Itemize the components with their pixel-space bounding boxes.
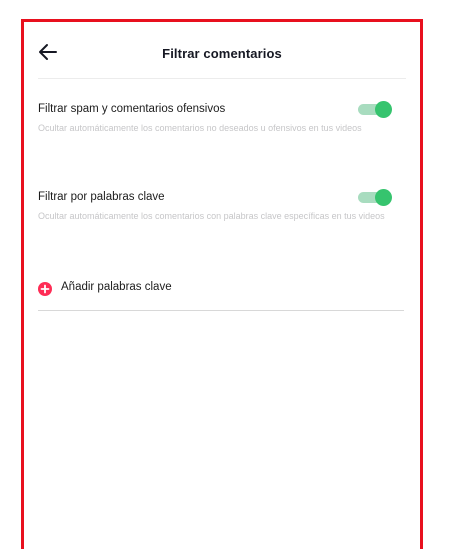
setting-description: Ocultar automáticamente los comentarios … bbox=[38, 211, 385, 221]
header-divider bbox=[38, 78, 406, 79]
setting-description: Ocultar automáticamente los comentarios … bbox=[38, 123, 362, 133]
toggle-knob bbox=[375, 101, 392, 118]
setting-label: Filtrar por palabras clave bbox=[38, 191, 165, 203]
setting-label: Filtrar spam y comentarios ofensivos bbox=[38, 103, 226, 115]
filter-keywords-toggle[interactable] bbox=[358, 189, 392, 206]
toggle-knob bbox=[375, 189, 392, 206]
setting-filter-keywords: Filtrar por palabras clave Ocultar autom… bbox=[38, 189, 406, 222]
plus-circle-icon bbox=[38, 282, 52, 296]
page-title: Filtrar comentarios bbox=[162, 46, 282, 61]
filter-spam-toggle[interactable] bbox=[358, 101, 392, 118]
add-keywords-button[interactable]: Añadir palabras clave bbox=[38, 280, 406, 310]
header: Filtrar comentarios bbox=[24, 22, 420, 82]
setting-filter-spam: Filtrar spam y comentarios ofensivos Ocu… bbox=[38, 101, 406, 134]
screen-frame: Filtrar comentarios Filtrar spam y comen… bbox=[21, 19, 423, 549]
add-keywords-divider bbox=[38, 310, 404, 311]
add-keywords-label: Añadir palabras clave bbox=[61, 281, 172, 293]
